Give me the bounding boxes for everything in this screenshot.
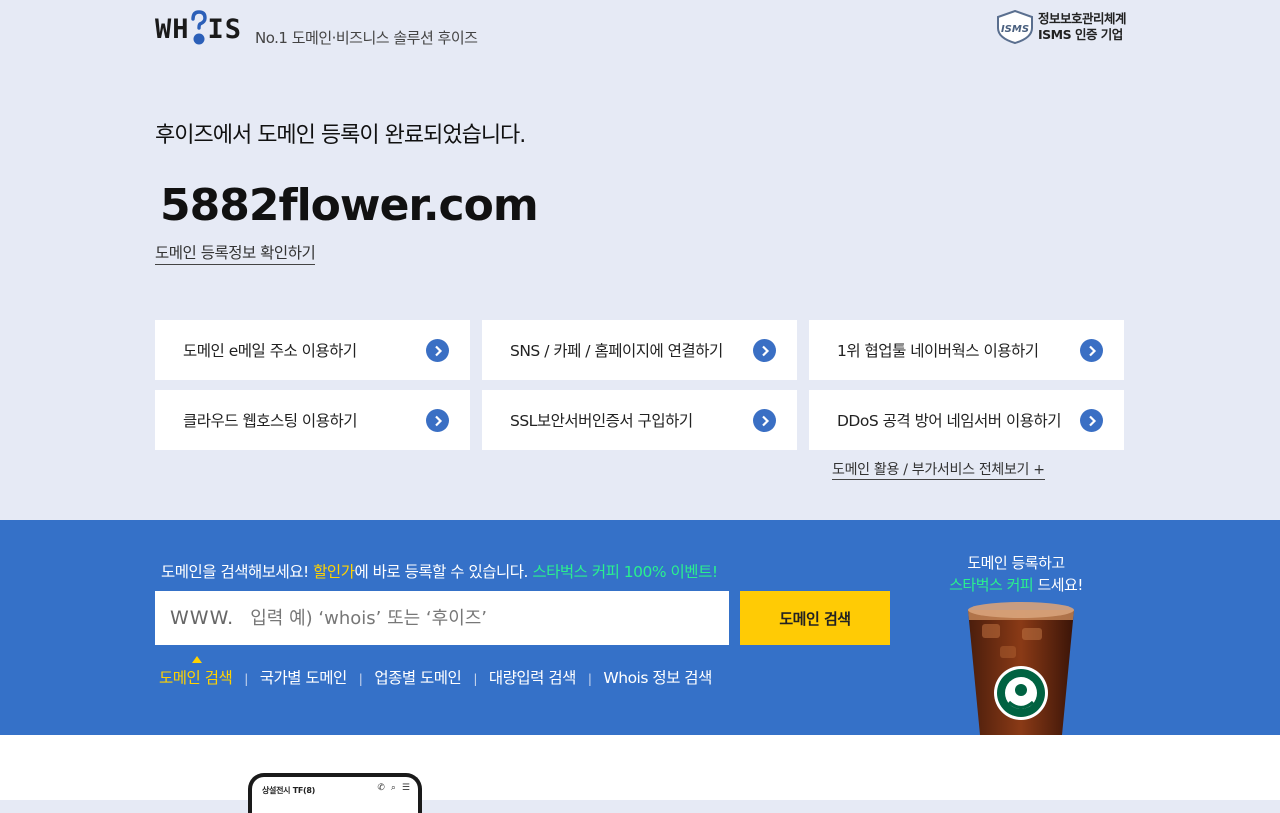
phone-mockup-image: 상설전시 TF(8) ✆ ⌕ ☰ [248, 773, 422, 813]
service-card-label: SNS / 카페 / 홈페이지에 연결하기 [510, 342, 723, 360]
search-icon: ⌕ [390, 783, 396, 793]
logo-text-wh: WH [155, 13, 190, 45]
tab-domain-search[interactable]: 도메인 검색 [159, 656, 233, 688]
isms-badge-icon: ISMS [997, 10, 1033, 44]
chevron-right-icon [753, 339, 776, 362]
phone-title: 상설전시 TF(8) [262, 786, 316, 795]
isms-line2: ISMS 인증 기업 [1038, 27, 1123, 42]
whois-logo[interactable]: WH IS [155, 10, 242, 48]
service-card-ddos[interactable]: DDoS 공격 방어 네임서버 이용하기 [809, 390, 1124, 450]
promo-line2-highlight: 스타벅스 커피 [949, 576, 1034, 594]
tab-country-domain[interactable]: 국가별 도메인 [260, 666, 348, 688]
registered-domain: 5882flower.com [160, 180, 539, 231]
service-card-label: 도메인 e메일 주소 이용하기 [183, 342, 357, 360]
all-services-link[interactable]: 도메인 활용 / 부가서비스 전체보기 + [832, 459, 1045, 480]
domain-search-button[interactable]: 도메인 검색 [740, 591, 890, 645]
service-card-email[interactable]: 도메인 e메일 주소 이용하기 [155, 320, 470, 380]
promo-starbucks-event: 스타벅스 커피 100% 이벤트! [532, 563, 718, 581]
top-section: WH IS No.1 도메인·비즈니스 솔루션 후이즈 ISMS 정보보호관리체… [0, 0, 1280, 520]
chevron-right-icon [1080, 339, 1103, 362]
logo-text-is: IS [207, 13, 243, 45]
bottom-section: 상설전시 TF(8) ✆ ⌕ ☰ [0, 735, 1280, 813]
chevron-right-icon [426, 409, 449, 432]
service-card-ssl[interactable]: SSL보안서버인증서 구입하기 [482, 390, 797, 450]
service-card-sns[interactable]: SNS / 카페 / 홈페이지에 연결하기 [482, 320, 797, 380]
tab-separator: | [587, 672, 592, 686]
service-card-label: 1위 협업툴 네이버웍스 이용하기 [837, 342, 1039, 360]
search-promo-text: 도메인을 검색해보세요! 할인가에 바로 등록할 수 있습니다. 스타벅스 커피… [161, 560, 718, 582]
chevron-right-icon [753, 409, 776, 432]
isms-text: 정보보호관리체계 ISMS 인증 기업 [1038, 11, 1127, 43]
domain-info-link[interactable]: 도메인 등록정보 확인하기 [155, 241, 316, 265]
domain-search-input[interactable] [248, 606, 693, 630]
registration-complete-message: 후이즈에서 도메인 등록이 완료되었습니다. [155, 123, 526, 148]
tab-industry-domain[interactable]: 업종별 도메인 [374, 666, 462, 688]
header-slogan: No.1 도메인·비즈니스 솔루션 후이즈 [255, 29, 478, 47]
tab-separator: | [358, 672, 363, 686]
service-card-naverworks[interactable]: 1위 협업툴 네이버웍스 이용하기 [809, 320, 1124, 380]
service-card-hosting[interactable]: 클라우드 웹호스팅 이용하기 [155, 390, 470, 450]
search-tabs: 도메인 검색 | 국가별 도메인 | 업종별 도메인 | 대량입력 검색 | W… [159, 656, 712, 688]
domain-search-section: 도메인을 검색해보세요! 할인가에 바로 등록할 수 있습니다. 스타벅스 커피… [0, 520, 1280, 735]
promo-text-2: 에 바로 등록할 수 있습니다. [354, 563, 533, 581]
service-card-label: SSL보안서버인증서 구입하기 [510, 412, 693, 430]
tab-whois-info-search[interactable]: Whois 정보 검색 [603, 666, 712, 688]
isms-line1: 정보보호관리체계 [1038, 11, 1127, 26]
tab-separator: | [244, 672, 248, 686]
svg-text:ISMS: ISMS [1001, 24, 1029, 35]
promo-line1: 도메인 등록하고 [967, 554, 1065, 572]
starbucks-promo[interactable]: 도메인 등록하고 스타벅스 커피 드세요! [930, 552, 1102, 596]
phone-call-icon: ✆ [377, 783, 385, 793]
promo-text-1: 도메인을 검색해보세요! [161, 563, 314, 581]
promo-discount-highlight: 할인가 [313, 563, 355, 581]
chevron-right-icon [426, 339, 449, 362]
promo-line2: 스타벅스 커피 드세요! [930, 574, 1102, 596]
logo-question-mark-icon [190, 10, 208, 48]
tab-separator: | [473, 672, 477, 686]
service-card-label: 클라우드 웹호스팅 이용하기 [183, 412, 357, 430]
phone-icons: ✆ ⌕ ☰ [377, 783, 410, 793]
service-card-label: DDoS 공격 방어 네임서버 이용하기 [837, 412, 1062, 430]
www-prefix: WWW. [170, 607, 235, 629]
domain-search-box: WWW. [155, 591, 729, 645]
iced-coffee-cup-image [968, 602, 1074, 735]
isms-certification: ISMS 정보보호관리체계 ISMS 인증 기업 [996, 10, 1127, 44]
promo-line2-rest: 드세요! [1033, 576, 1083, 594]
chevron-right-icon [1080, 409, 1103, 432]
menu-icon: ☰ [401, 783, 410, 793]
tab-bulk-search[interactable]: 대량입력 검색 [489, 666, 577, 688]
